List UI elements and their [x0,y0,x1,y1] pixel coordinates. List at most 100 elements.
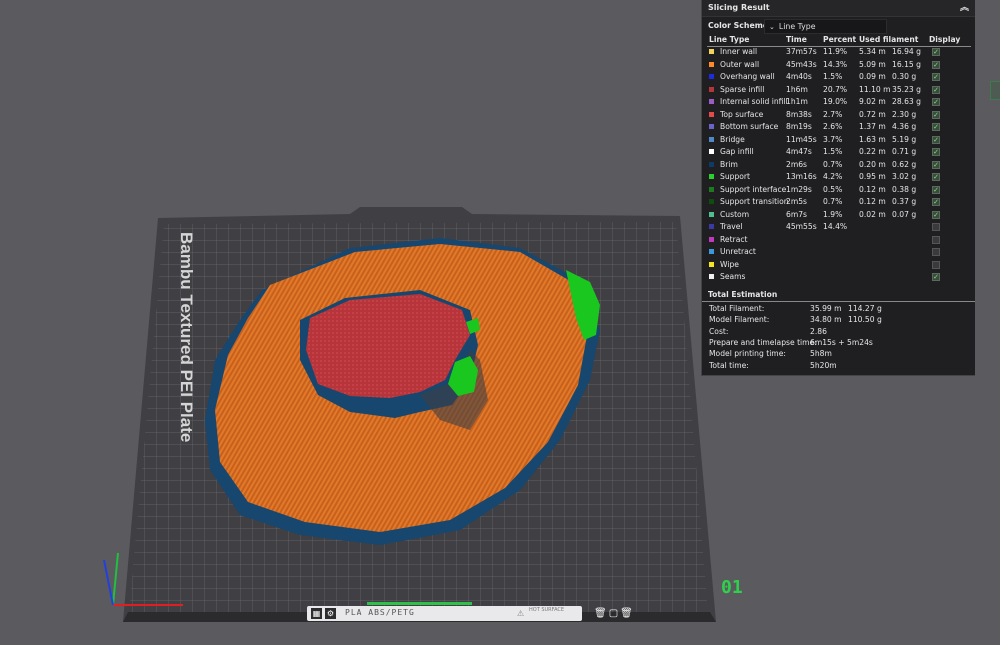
total-row: Model printing time: 5h8m [709,348,969,359]
line-type-time: 13m16s [786,172,817,181]
display-checkbox[interactable]: ✓ [932,223,940,231]
display-checkbox[interactable]: ✓ [932,198,940,206]
panel-title-text: Slicing Result [708,3,770,12]
line-type-name: Support [720,172,751,181]
line-type-name: Support transition [720,197,789,206]
line-type-time: 45m43s [786,59,817,69]
fit-icon[interactable]: ▢ [609,608,620,619]
table-row: Outer wall 45m43s 14.3% 5.09 m 16.15 g ✓ [702,59,975,72]
display-checkbox[interactable]: ✓ [932,85,940,94]
display-checkbox[interactable]: ✓ [932,73,940,81]
line-type-weight: 35.23 g [892,84,921,94]
settings-icon[interactable]: ⚙ [325,608,336,619]
line-type-percent: 2.6% [823,122,843,131]
display-checkbox[interactable]: ✓ [932,148,940,156]
total-value: 2.86 [810,326,827,336]
line-type-time: 2m6s [786,159,808,169]
line-type-swatch [709,161,714,167]
plate-filament-text: PLA ABS/PETG [345,608,415,617]
display-checkbox[interactable]: ✓ [932,235,940,244]
line-type-length: 0.95 m [859,172,886,181]
color-scheme-value: Line Type [778,22,816,31]
line-type-swatch [709,249,714,254]
total-value-2: 110.50 g [848,315,882,325]
line-type-time: 8m19s [786,122,812,131]
chevron-down-icon: ⌄ [769,23,775,31]
trash-all-icon[interactable]: 🗑 [620,608,635,619]
line-type-weight: 3.02 g [892,172,917,181]
layout-icon[interactable]: ▦ [311,608,322,619]
display-checkbox[interactable]: ✓ [932,135,940,144]
display-checkbox[interactable]: ✓ [932,123,940,131]
display-checkbox[interactable]: ✓ [932,273,940,281]
display-checkbox[interactable]: ✓ [932,110,940,119]
plate-action-icons[interactable]: 🗑▢🗑 [594,608,635,619]
line-type-percent: 19.0% [823,97,848,106]
line-type-length: 0.20 m [859,159,886,169]
display-checkbox[interactable]: ✓ [932,173,940,181]
color-scheme-select[interactable]: ⌄ Line Type [764,19,887,34]
line-type-percent: 1.5% [823,147,843,156]
display-checkbox[interactable]: ✓ [932,98,940,106]
table-row: Unretract ✓ [702,246,975,259]
line-type-time: 1h1m [786,97,808,106]
display-checkbox[interactable]: ✓ [932,260,940,269]
line-type-length: 0.09 m [859,72,886,81]
line-type-swatch [709,61,714,67]
color-scheme-label: Color Scheme [708,21,769,30]
plate-number[interactable]: 01 [721,577,743,598]
side-tab-handle[interactable] [990,81,1000,100]
plate-toolbar: ▦ ⚙ PLA ABS/PETG ⚠ HOT SURFACE [307,606,582,621]
color-scheme-row: Color Scheme ⌄ Line Type [702,17,975,35]
total-label: Cost: [709,326,729,336]
table-row: Internal solid infill 1h1m 19.0% 9.02 m 28.6… [702,96,975,109]
line-type-weight: 0.37 g [892,197,917,206]
total-row: Model Filament: 34.80 m 110.50 g [709,314,969,325]
line-type-time: 2m5s [786,197,808,206]
line-type-length: 5.09 m [859,59,886,69]
plate-label: Bambu Textured PEI Plate [177,232,196,442]
total-label: Prepare and timelapse time: [709,337,817,347]
line-type-name: Wipe [720,259,739,269]
line-type-name: Top surface [720,109,764,119]
display-checkbox[interactable]: ✓ [932,185,940,194]
line-type-weight: 0.62 g [892,159,917,169]
table-row: Overhang wall 4m40s 1.5% 0.09 m 0.30 g ✓ [702,71,975,84]
warning-icon: ⚠ [517,609,525,618]
line-type-time: 37m57s [786,47,817,56]
display-checkbox[interactable]: ✓ [932,210,940,219]
table-row: Retract ✓ [702,234,975,247]
total-estimation-title: Total Estimation [708,290,778,299]
header-time: Time [786,35,807,44]
trash-icon[interactable]: 🗑 [594,608,609,619]
line-type-swatch [709,274,714,279]
display-checkbox[interactable]: ✓ [932,60,940,69]
total-row: Cost: 2.86 [709,326,969,337]
line-type-swatch [709,211,714,217]
table-row: Inner wall 37m57s 11.9% 5.34 m 16.94 g ✓ [702,46,975,59]
line-type-weight: 16.15 g [892,59,921,69]
display-checkbox[interactable]: ✓ [932,48,940,56]
line-type-weight: 2.30 g [892,109,917,119]
line-type-length: 11.10 m [859,84,891,94]
display-checkbox[interactable]: ✓ [932,160,940,169]
line-type-weight: 28.63 g [892,97,921,106]
line-type-name: Internal solid infill [720,97,788,106]
total-label: Model Filament: [709,315,770,325]
line-type-time: 6m7s [786,209,808,219]
line-type-percent: 0.5% [823,184,843,194]
header-percent: Percent [823,35,857,44]
table-row: Support interface 1m29s 0.5% 0.12 m 0.38 g ✓ [702,184,975,197]
line-type-length: 0.12 m [859,197,886,206]
line-type-percent: 14.4% [823,222,848,231]
collapse-icon[interactable]: ︽ [960,0,969,16]
display-checkbox[interactable]: ✓ [932,248,940,256]
total-row: Total time: 5h20m [709,360,969,371]
total-label: Total Filament: [709,304,765,313]
table-row: Bottom surface 8m19s 2.6% 1.37 m 4.36 g ✓ [702,121,975,134]
line-type-swatch [709,186,714,192]
line-type-name: Sparse infill [720,84,765,94]
table-row: Travel 45m55s 14.4% ✓ [702,221,975,234]
line-type-percent: 4.2% [823,172,843,181]
total-value: 34.80 m [810,315,842,325]
